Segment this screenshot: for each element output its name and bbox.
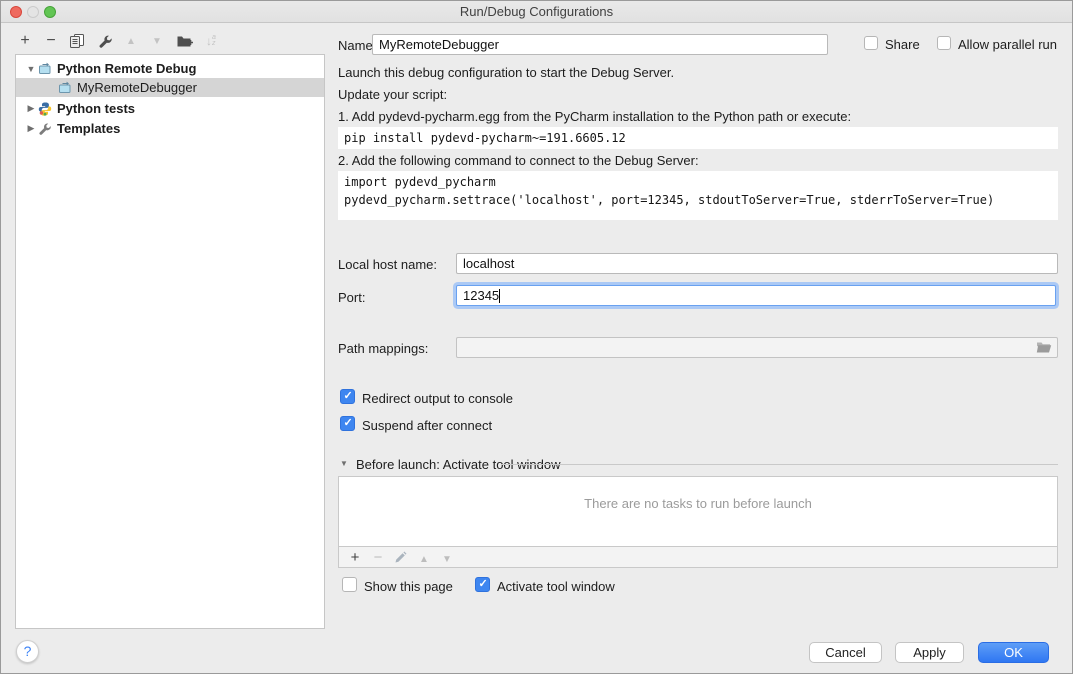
local-host-name-label: Local host name: (338, 257, 437, 272)
window-title: Run/Debug Configurations (1, 1, 1072, 22)
step1-text: 1. Add pydevd-pycharm.egg from the PyCha… (338, 109, 851, 124)
suspend-after-connect-label: Suspend after connect (362, 418, 492, 433)
port-value: 12345 (463, 288, 499, 303)
tree-item-templates[interactable]: ▶ Templates (16, 119, 324, 138)
tree-item-label: Python tests (54, 101, 135, 116)
activate-tool-window-checkbox[interactable] (475, 577, 490, 592)
chevron-right-icon[interactable]: ▶ (24, 123, 38, 134)
browse-folder-icon[interactable] (1036, 341, 1052, 354)
intro-text: Launch this debug configuration to start… (338, 65, 674, 80)
tree-item-label: MyRemoteDebugger (74, 80, 197, 95)
close-button[interactable] (10, 6, 22, 18)
add-task-button[interactable]: + (348, 549, 362, 566)
add-configuration-button[interactable]: + (15, 31, 35, 51)
task-list-toolbar: + − ▲ ▼ (338, 546, 1058, 568)
path-mappings-field[interactable] (456, 337, 1058, 358)
section-divider (501, 464, 1058, 465)
zoom-button[interactable] (44, 6, 56, 18)
show-this-page-label: Show this page (364, 579, 453, 594)
remove-task-button[interactable]: − (371, 549, 385, 566)
copy-configuration-icon[interactable] (67, 31, 87, 51)
tree-item-label: Templates (54, 121, 120, 136)
run-configuration-icon (58, 81, 74, 95)
text-caret (499, 289, 500, 303)
tree-item-myremotedebugger[interactable]: MyRemoteDebugger (16, 78, 324, 97)
local-host-name-input[interactable] (456, 253, 1058, 274)
share-label: Share (885, 37, 920, 52)
update-script-text: Update your script: (338, 87, 447, 102)
name-input[interactable] (372, 34, 828, 55)
python-tests-icon (38, 102, 54, 116)
code-snippet-pip: pip install pydevd-pycharm~=191.6605.12 (338, 127, 1058, 149)
allow-parallel-run-label: Allow parallel run (958, 37, 1057, 52)
apply-button[interactable]: Apply (895, 642, 964, 663)
chevron-right-icon[interactable]: ▶ (24, 103, 38, 114)
port-label: Port: (338, 290, 365, 305)
path-mappings-label: Path mappings: (338, 341, 428, 356)
port-input[interactable]: 12345 (456, 285, 1056, 306)
edit-task-icon[interactable] (394, 551, 408, 564)
run-debug-configurations-dialog: Run/Debug Configurations + − ▲ ▼ ↓ az ▼ (0, 0, 1073, 674)
allow-parallel-run-checkbox[interactable] (937, 36, 951, 50)
redirect-output-label: Redirect output to console (362, 391, 513, 406)
activate-tool-window-label: Activate tool window (497, 579, 615, 594)
ok-button[interactable]: OK (978, 642, 1049, 663)
step2-text: 2. Add the following command to connect … (338, 153, 699, 168)
move-down-button[interactable]: ▼ (147, 31, 167, 51)
cancel-button[interactable]: Cancel (809, 642, 882, 663)
templates-wrench-icon (38, 122, 54, 136)
show-this-page-checkbox[interactable] (342, 577, 357, 592)
code-snippet-settrace: import pydevd_pycharm pydevd_pycharm.sett… (338, 171, 1058, 220)
move-task-down-button[interactable]: ▼ (440, 549, 454, 566)
collapse-chevron-icon[interactable]: ▼ (340, 459, 348, 468)
redirect-output-checkbox[interactable] (340, 389, 355, 404)
tree-item-python-tests[interactable]: ▶ Python tests (16, 99, 324, 118)
share-checkbox[interactable] (864, 36, 878, 50)
before-launch-task-list[interactable]: There are no tasks to run before launch (338, 476, 1058, 547)
code-line-import: import pydevd_pycharm (344, 175, 496, 189)
move-up-button[interactable]: ▲ (121, 31, 141, 51)
sort-configurations-icon[interactable]: ↓ az (201, 31, 221, 51)
name-label: Name: (338, 38, 376, 53)
chevron-down-icon[interactable]: ▼ (24, 64, 38, 74)
tree-item-label: Python Remote Debug (54, 61, 196, 76)
title-bar: Run/Debug Configurations (1, 1, 1072, 23)
run-configuration-icon (38, 62, 54, 76)
tree-item-python-remote-debug[interactable]: ▼ Python Remote Debug (16, 59, 324, 78)
configurations-tree: ▼ Python Remote Debug MyRemoteDebugger (15, 54, 325, 629)
code-line-settrace: pydevd_pycharm.settrace('localhost', por… (344, 193, 994, 207)
suspend-after-connect-checkbox[interactable] (340, 416, 355, 431)
remove-configuration-button[interactable]: − (41, 31, 61, 51)
empty-task-list-text: There are no tasks to run before launch (339, 496, 1057, 511)
create-folder-icon[interactable] (175, 31, 195, 51)
move-task-up-button[interactable]: ▲ (417, 549, 431, 566)
help-button[interactable]: ? (16, 640, 39, 663)
minimize-button[interactable] (27, 6, 39, 18)
edit-templates-wrench-icon[interactable] (95, 31, 115, 51)
